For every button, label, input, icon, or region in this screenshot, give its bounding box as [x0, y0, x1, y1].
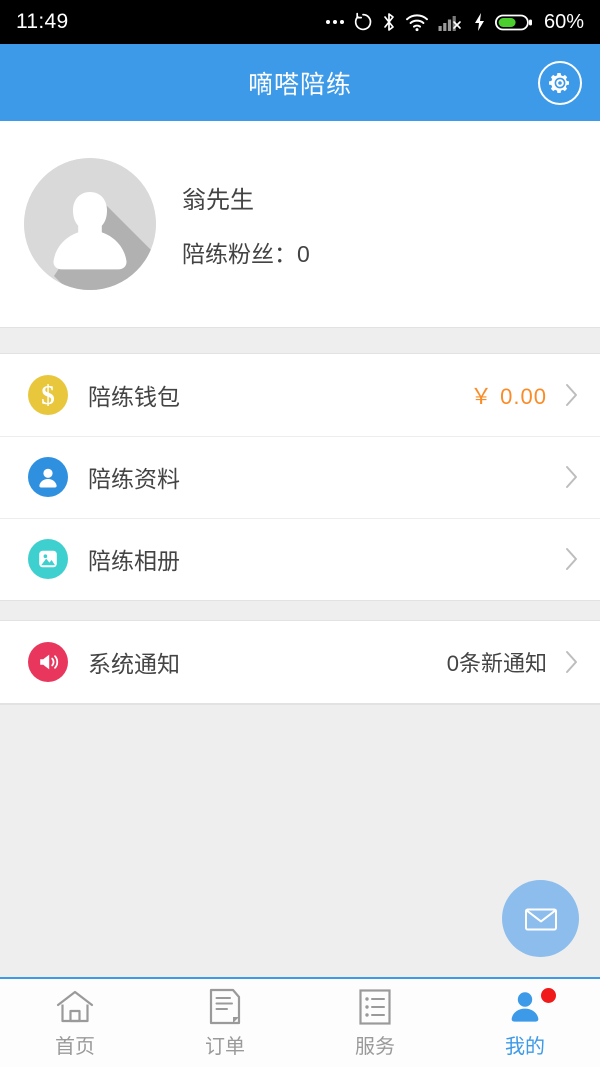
signal-bars-icon — [438, 15, 461, 31]
profile-card[interactable]: 翁先生 陪练粉丝：0 — [0, 121, 600, 327]
page-title: 嘀嗒陪练 — [247, 70, 352, 99]
tab-label-service: 服务 — [355, 1035, 395, 1058]
person-glyph — [39, 468, 57, 488]
notice-count: 0条新通知 — [446, 651, 547, 676]
envelope-icon — [524, 908, 557, 930]
menu-row-wallet[interactable]: $ 陪练钱包 ￥ 0.00 — [0, 354, 600, 436]
tab-label-mine: 我的 — [505, 1035, 545, 1058]
home-icon — [55, 988, 95, 1026]
menu-label-wallet: 陪练钱包 — [88, 384, 180, 410]
avatar — [24, 158, 156, 290]
status-time: 11:49 — [16, 10, 69, 33]
menu-row-album[interactable]: 陪练相册 — [0, 518, 600, 600]
tab-service[interactable]: 服务 — [300, 979, 450, 1067]
dollar-coin-icon: $ — [28, 375, 68, 415]
menu-group-2: 系统通知 0条新通知 — [0, 621, 600, 703]
menu-row-system-notice[interactable]: 系统通知 0条新通知 — [0, 621, 600, 703]
bluetooth-icon — [384, 13, 394, 31]
battery-percent: 60% — [543, 10, 584, 33]
wifi-icon — [405, 13, 428, 31]
message-fab-button[interactable] — [502, 880, 579, 957]
tab-orders[interactable]: 订单 — [150, 979, 300, 1067]
dollar-glyph: $ — [41, 379, 55, 410]
status-bar: 11:49 60% — [0, 0, 600, 44]
section-gap-3 — [0, 703, 600, 705]
app-screen: 11:49 60% 嘀嗒陪练 翁先生 陪练粉丝：0 $ 陪练钱包 ￥ 0.00 … — [0, 0, 600, 1067]
tab-mine[interactable]: 我的 — [450, 979, 600, 1067]
menu-group-1: $ 陪练钱包 ￥ 0.00 陪练资料 陪练相册 — [0, 354, 600, 600]
menu-label-profile-info: 陪练资料 — [88, 466, 180, 492]
status-icons: 60% — [325, 10, 584, 34]
speaker-glyph — [40, 654, 59, 670]
document-icon — [208, 988, 242, 1026]
rotate-circle-icon — [354, 12, 372, 31]
battery-icon — [494, 14, 532, 30]
menu-row-profile-info[interactable]: 陪练资料 — [0, 436, 600, 518]
chevron-right-icon — [566, 548, 577, 570]
status-badge — [541, 987, 556, 1003]
section-gap-2 — [0, 600, 600, 621]
bottom-tab-bar: 首页 订单 服务 我的 — [0, 977, 600, 1067]
chevron-right-icon — [566, 466, 577, 488]
user-avatar-placeholder-icon — [24, 158, 156, 290]
gear-icon — [549, 72, 569, 93]
charging-bolt-icon — [474, 13, 484, 31]
app-header: 嘀嗒陪练 — [0, 44, 600, 121]
tab-home[interactable]: 首页 — [0, 979, 150, 1067]
chevron-right-icon — [566, 384, 577, 406]
person-icon — [28, 457, 68, 497]
profile-text: 翁先生 陪练粉丝：0 — [182, 180, 310, 269]
profile-name: 翁先生 — [182, 186, 254, 214]
photo-icon — [28, 539, 68, 579]
chevron-right-icon — [566, 651, 577, 673]
settings-button[interactable] — [538, 60, 582, 105]
section-gap-1 — [0, 327, 600, 354]
menu-label-system-notice: 系统通知 — [88, 651, 180, 677]
list-icon — [358, 988, 392, 1026]
person-icon — [507, 987, 556, 1026]
speaker-horn-icon — [28, 642, 68, 682]
tab-label-home: 首页 — [55, 1035, 95, 1058]
more-dots-icon — [325, 20, 344, 24]
tab-label-orders: 订单 — [205, 1035, 245, 1058]
profile-fans: 陪练粉丝：0 — [182, 240, 310, 267]
photo-glyph — [39, 550, 57, 568]
wallet-balance: ￥ 0.00 — [470, 384, 547, 409]
menu-label-album: 陪练相册 — [88, 548, 180, 574]
